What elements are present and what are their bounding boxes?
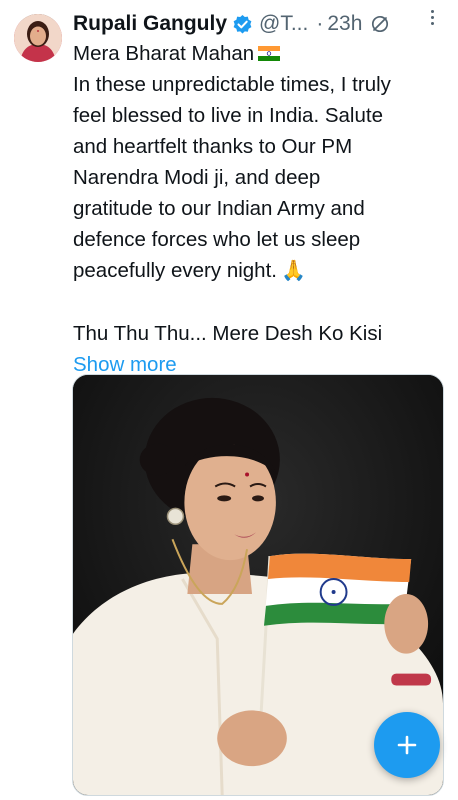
author-name[interactable]: Rupali Ganguly bbox=[73, 12, 227, 36]
separator-dot: · bbox=[316, 12, 324, 35]
tweet-header: Rupali Ganguly @T... · 23h bbox=[73, 8, 445, 40]
avatar-image bbox=[14, 14, 62, 62]
timestamp[interactable]: 23h bbox=[327, 12, 362, 36]
compose-button[interactable] bbox=[374, 712, 440, 778]
folded-hands-icon: 🙏 bbox=[280, 260, 306, 282]
tweet-card[interactable]: Rupali Ganguly @T... · 23h Mera Bharat M… bbox=[0, 0, 458, 800]
tweet-line: defence forces who let us sleep bbox=[73, 228, 361, 251]
avatar[interactable] bbox=[14, 14, 62, 62]
tweet-line: Mera Bharat Mahan bbox=[73, 38, 449, 69]
tweet-line: peacefully every night. 🙏 bbox=[73, 255, 449, 287]
more-options-icon[interactable] bbox=[420, 4, 444, 30]
tweet-line: In these unpredictable times, I truly bbox=[73, 73, 391, 96]
tweet-text: Mera Bharat Mahan In these unpredictable… bbox=[73, 38, 449, 380]
tweet-line: Thu Thu Thu... Mere Desh Ko Kisi bbox=[73, 322, 383, 345]
tweet-line: Narendra Modi ji, and deep bbox=[73, 166, 321, 189]
compose-plus-icon bbox=[397, 735, 417, 755]
edited-icon[interactable] bbox=[370, 14, 390, 34]
tweet-line: gratitude to our Indian Army and bbox=[73, 197, 365, 220]
india-flag-icon bbox=[258, 46, 281, 61]
author-handle[interactable]: @T... bbox=[259, 12, 308, 36]
tweet-line: and heartfelt thanks to Our PM bbox=[73, 135, 353, 158]
verified-badge-icon bbox=[232, 14, 253, 35]
tweet-line: feel blessed to live in India. Salute bbox=[73, 104, 383, 127]
